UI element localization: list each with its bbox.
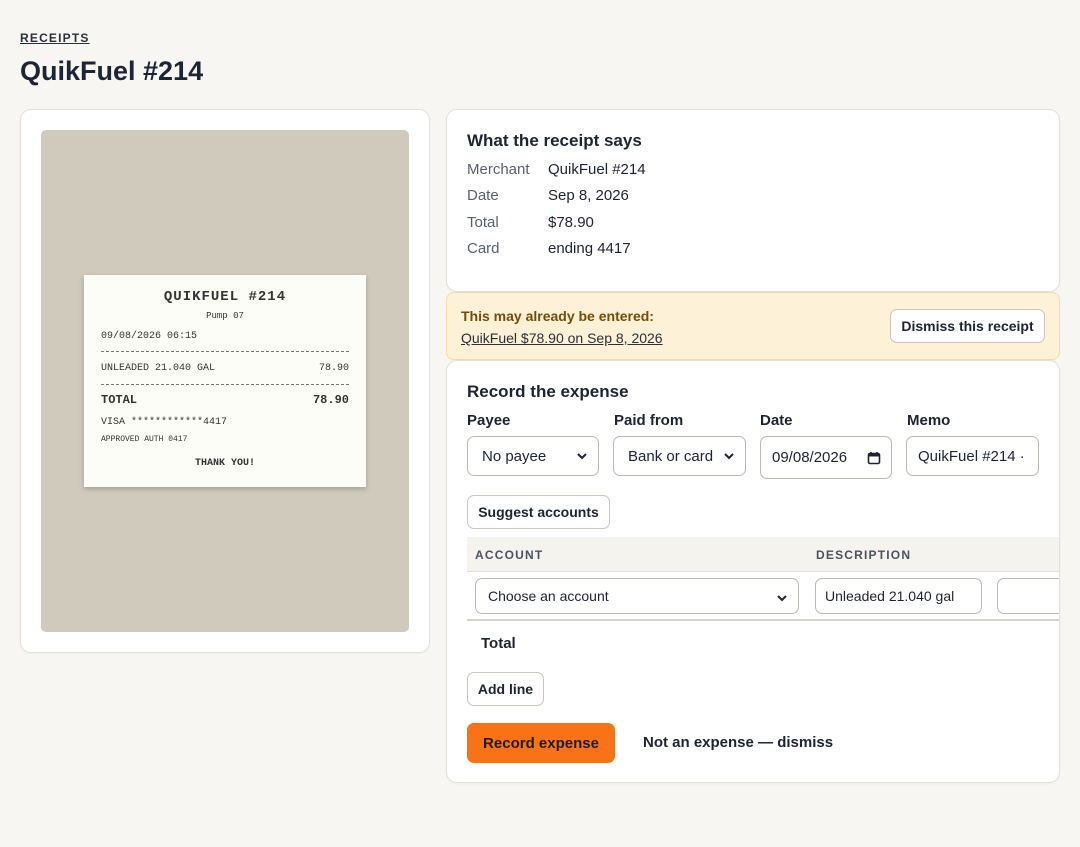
expense-form-heading: Record the expense <box>467 382 629 401</box>
summary-heading: What the receipt says <box>467 131 642 150</box>
receipt-total-amount: 78.90 <box>312 393 349 407</box>
description-input[interactable]: Unleaded 21.040 gal <box>815 578 982 614</box>
breadcrumb[interactable]: RECEIPTS <box>20 31 90 45</box>
page-title: QuikFuel #214 <box>20 56 204 86</box>
amount-input[interactable] <box>997 578 1059 614</box>
paid-from-label: Paid from <box>614 412 684 429</box>
date-input[interactable]: 09/08/2026 <box>760 436 892 479</box>
summary-key: Merchant <box>467 161 530 178</box>
receipt-paper: QUIKFUEL #214 Pump 07 09/08/2026 06:15 U… <box>84 275 366 487</box>
suggest-accounts-button[interactable]: Suggest accounts <box>467 495 610 529</box>
account-select-value: Choose an account <box>488 588 609 604</box>
add-line-button[interactable]: Add line <box>467 672 544 706</box>
not-an-expense-button[interactable]: Not an expense — dismiss <box>643 734 833 751</box>
calendar-icon[interactable] <box>867 451 881 465</box>
receipt-pump: Pump 07 <box>206 311 244 321</box>
chevron-down-icon <box>724 453 734 460</box>
receipt-auth-line: APPROVED AUTH 0417 <box>101 435 188 444</box>
receipt-divider <box>101 351 349 352</box>
table-row: Choose an account Unleaded 21.040 gal <box>467 572 1059 621</box>
receipt-summary-card: What the receipt says Merchant QuikFuel … <box>446 109 1060 292</box>
summary-key: Card <box>467 240 500 257</box>
date-input-value: 09/08/2026 <box>772 449 848 466</box>
memo-input-value: QuikFuel #214 · <box>918 447 1025 465</box>
summary-value: Sep 8, 2026 <box>548 187 629 204</box>
summary-key: Date <box>467 187 499 204</box>
dismiss-receipt-button[interactable]: Dismiss this receipt <box>890 309 1045 343</box>
paid-from-select-value: Bank or card <box>628 447 714 465</box>
payee-label: Payee <box>467 412 511 429</box>
payee-select[interactable]: No payee <box>467 436 599 476</box>
column-header-description: DESCRIPTION <box>816 548 912 562</box>
receipt-total-label: TOTAL <box>101 393 138 407</box>
memo-input[interactable]: QuikFuel #214 · <box>906 436 1039 476</box>
column-header-account: ACCOUNT <box>475 548 544 562</box>
duplicate-warning-title: This may already be entered: <box>461 308 654 324</box>
memo-label: Memo <box>907 412 951 429</box>
summary-value: $78.90 <box>548 214 594 231</box>
summary-value: QuikFuel #214 <box>548 161 646 178</box>
date-label: Date <box>760 412 793 429</box>
chevron-down-icon <box>577 453 587 460</box>
receipt-card-line: VISA ************4417 <box>101 417 228 428</box>
record-expense-button[interactable]: Record expense <box>467 723 615 763</box>
description-input-value: Unleaded 21.040 gal <box>825 588 955 604</box>
duplicate-match-link[interactable]: QuikFuel $78.90 on Sep 8, 2026 <box>461 330 663 346</box>
summary-value: ending 4417 <box>548 240 631 257</box>
payee-select-value: No payee <box>482 447 547 465</box>
receipt-item: UNLEADED 21.040 GAL <box>101 363 216 374</box>
receipt-store: QUIKFUEL #214 <box>163 289 287 305</box>
chevron-down-icon <box>777 595 787 602</box>
expense-form-card: Record the expense Payee No payee Paid f… <box>446 360 1060 783</box>
account-select[interactable]: Choose an account <box>475 578 799 614</box>
duplicate-warning: This may already be entered: QuikFuel $7… <box>446 292 1060 360</box>
receipt-photo: QUIKFUEL #214 Pump 07 09/08/2026 06:15 U… <box>41 130 409 632</box>
receipt-datetime: 09/08/2026 06:15 <box>101 331 198 342</box>
receipt-divider <box>101 384 349 385</box>
summary-key: Total <box>467 214 499 231</box>
paid-from-select[interactable]: Bank or card <box>613 436 746 476</box>
receipt-thanks: THANK YOU! <box>194 458 255 469</box>
receipt-item-amount: 78.90 <box>318 363 349 374</box>
lines-table-header: ACCOUNT DESCRIPTION <box>467 537 1059 572</box>
lines-total-label: Total <box>481 635 516 652</box>
receipt-image-card: QUIKFUEL #214 Pump 07 09/08/2026 06:15 U… <box>20 109 430 653</box>
